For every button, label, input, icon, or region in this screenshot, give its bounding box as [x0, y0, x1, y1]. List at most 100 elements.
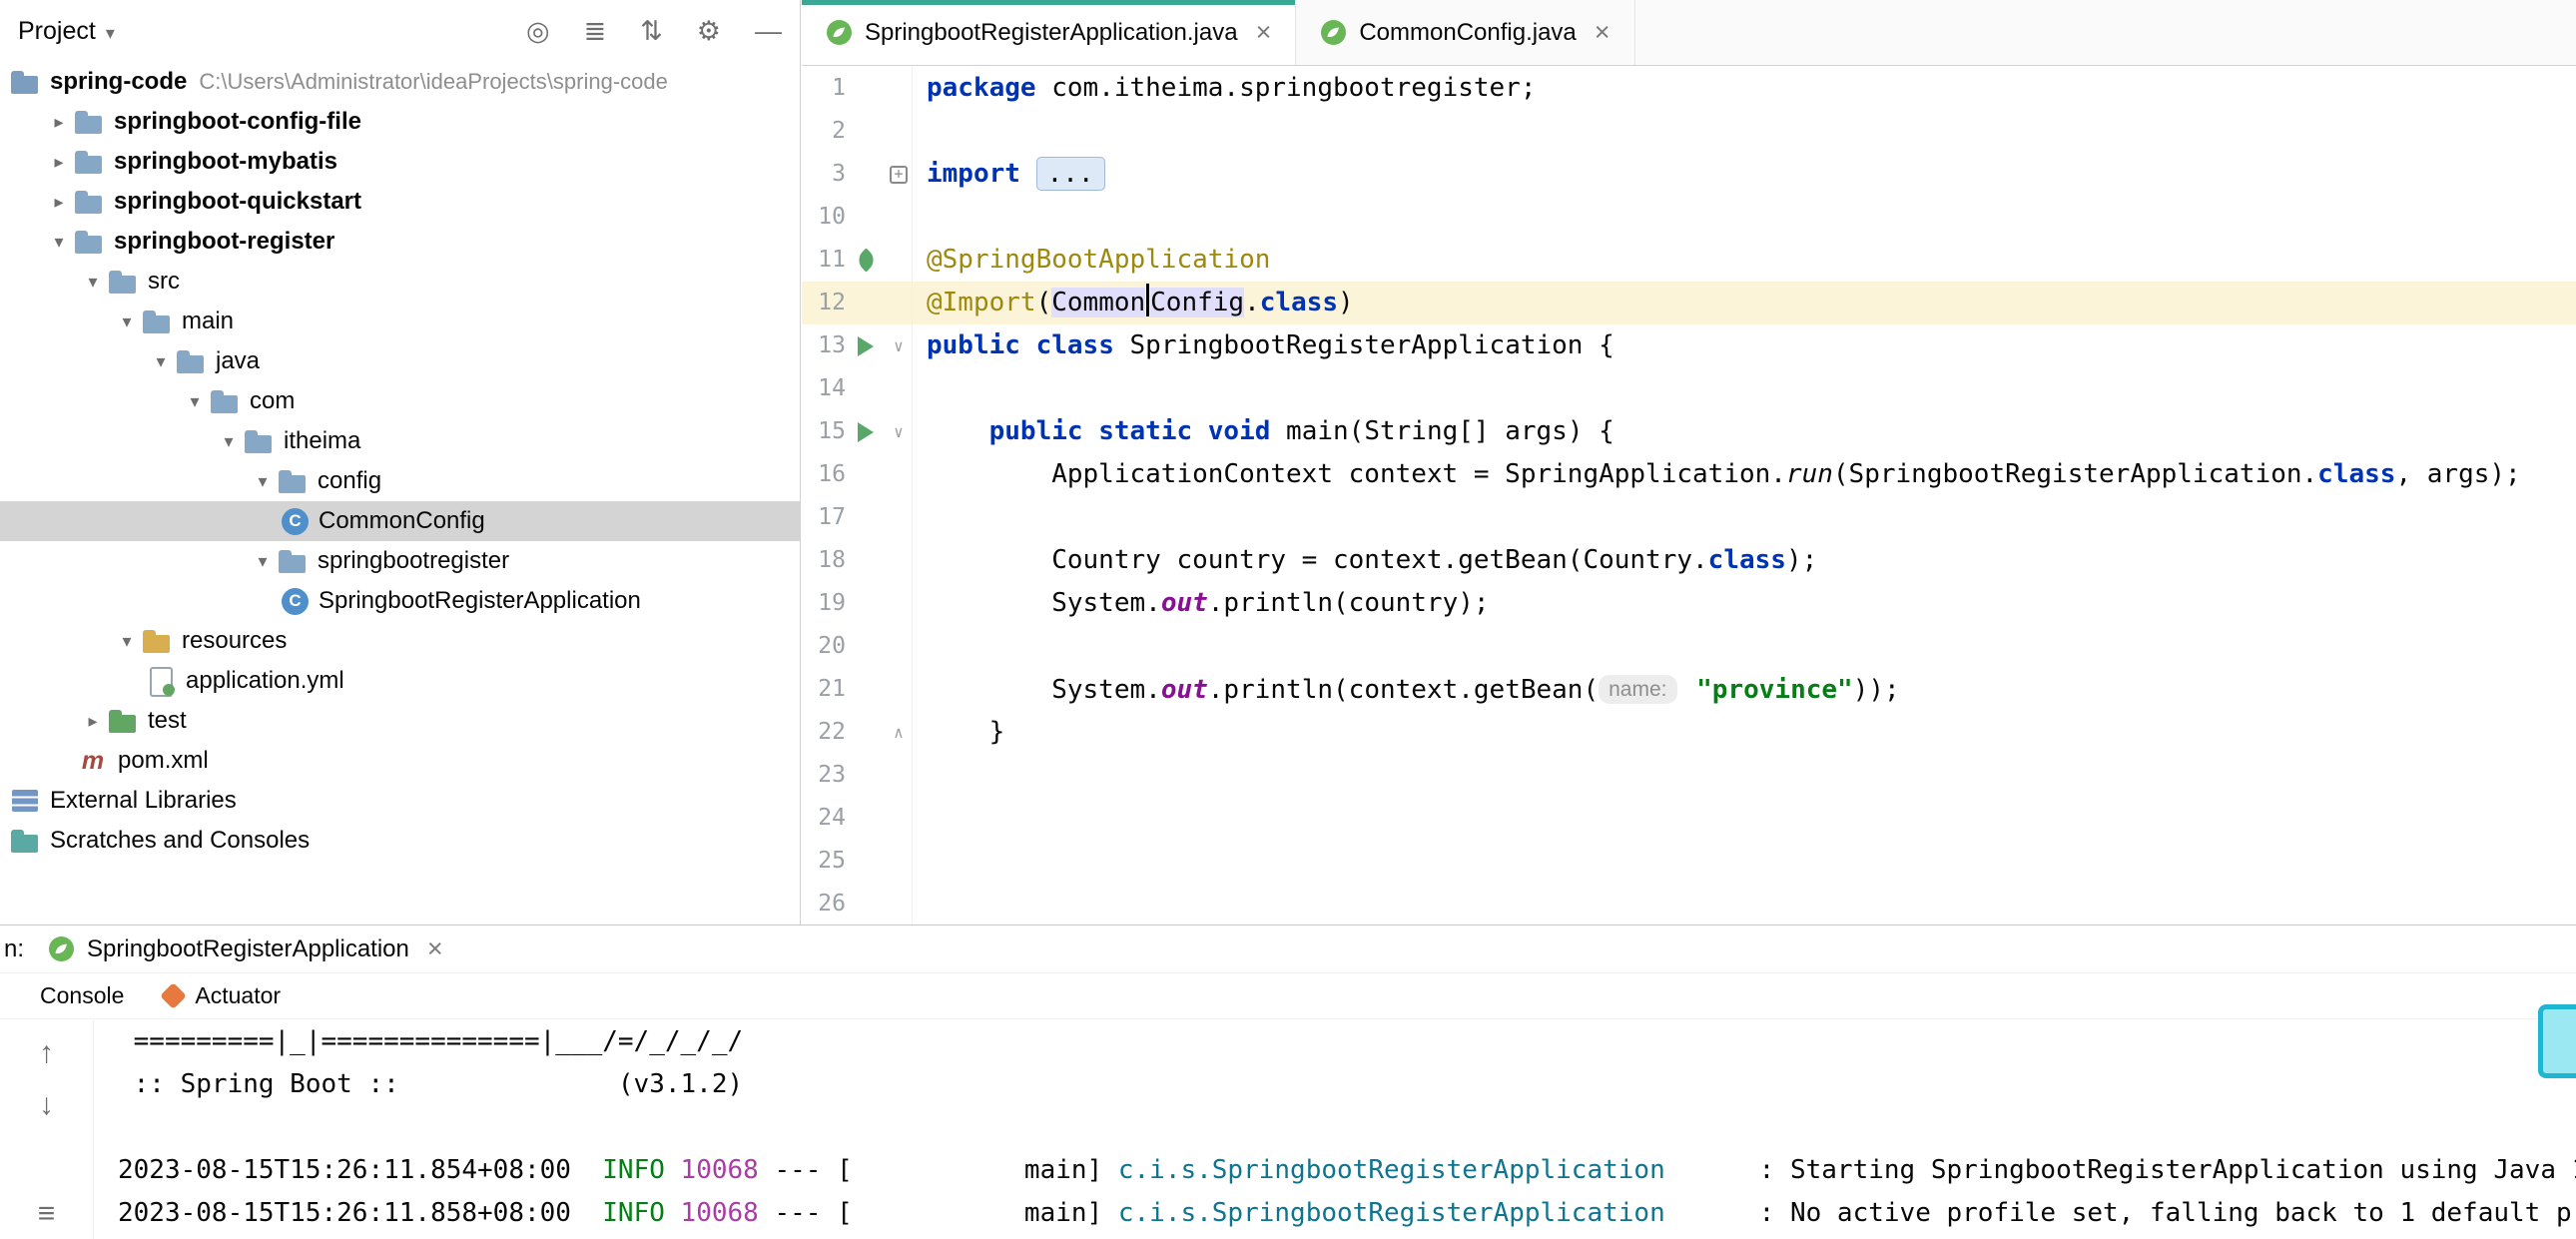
- code-line[interactable]: 18 Country country = context.getBean(Cou…: [802, 539, 2576, 582]
- tree-item-scratches-and-consoles[interactable]: Scratches and Consoles: [0, 821, 800, 861]
- code-line[interactable]: 21 System.out.println(context.getBean(na…: [802, 668, 2576, 711]
- tree-item-external-libraries[interactable]: External Libraries: [0, 781, 800, 821]
- tree-item-springboot-config-file[interactable]: ▸springboot-config-file: [0, 102, 800, 142]
- locate-icon[interactable]: ◎: [526, 18, 550, 45]
- code-line[interactable]: 10: [802, 196, 2576, 239]
- tab-label: SpringbootRegisterApplication.java: [865, 19, 1238, 47]
- tree-indent: [0, 641, 112, 642]
- code-line[interactable]: 26: [802, 883, 2576, 925]
- tree-item-application-yml[interactable]: application.yml: [0, 661, 800, 701]
- code-line[interactable]: 19 System.out.println(country);: [802, 582, 2576, 625]
- chevron-down-icon[interactable]: ▾: [78, 272, 108, 293]
- tree-item-springbootregister[interactable]: ▾springbootregister: [0, 541, 800, 581]
- tree-item-path: C:\Users\Administrator\ideaProjects\spri…: [199, 69, 668, 95]
- soft-wrap-icon[interactable]: ≡: [38, 1199, 56, 1229]
- tree-item-label: application.yml: [186, 667, 344, 695]
- run-icon[interactable]: [846, 324, 886, 367]
- tree-item-test[interactable]: ▸test: [0, 701, 800, 741]
- code-line[interactable]: 16 ApplicationContext context = SpringAp…: [802, 453, 2576, 496]
- tree-item-com[interactable]: ▾com: [0, 381, 800, 421]
- line-number: 25: [802, 840, 846, 883]
- up-icon[interactable]: ↑: [39, 1038, 54, 1068]
- line-number: 23: [802, 754, 846, 797]
- editor-tab-commonconfig-java[interactable]: CommonConfig.java×: [1296, 0, 1634, 65]
- tree-item-spring-code[interactable]: spring-codeC:\Users\Administrator\ideaPr…: [0, 62, 800, 102]
- down-icon[interactable]: ↓: [39, 1090, 54, 1120]
- line-number: 11: [802, 239, 846, 282]
- fold-spacer: [886, 196, 912, 239]
- tree-item-springboot-register[interactable]: ▾springboot-register: [0, 222, 800, 262]
- chevron-down-icon[interactable]: ▾: [248, 551, 278, 572]
- settings-icon[interactable]: ⚙: [697, 18, 721, 45]
- editor-code[interactable]: 1package com.itheima.springbootregister;…: [802, 67, 2576, 925]
- code-line[interactable]: 25: [802, 840, 2576, 883]
- collapse-all-icon[interactable]: ≣: [584, 18, 607, 45]
- line-number: 16: [802, 453, 846, 496]
- close-icon[interactable]: ×: [1595, 19, 1610, 46]
- code-line[interactable]: 17: [802, 496, 2576, 539]
- tree-item-src[interactable]: ▾src: [0, 262, 800, 302]
- project-dropdown[interactable]: Project ▾: [18, 17, 115, 46]
- fold-up-icon[interactable]: ∧: [886, 711, 912, 754]
- tree-item-config[interactable]: ▾config: [0, 461, 800, 501]
- tree-item-springbootregisterapplication[interactable]: CSpringbootRegisterApplication: [0, 581, 800, 621]
- code-line[interactable]: 22∧ }: [802, 711, 2576, 754]
- tree-item-commonconfig[interactable]: CCommonConfig: [0, 501, 800, 541]
- close-icon[interactable]: ×: [1256, 19, 1272, 46]
- code-line[interactable]: 15∨ public static void main(String[] arg…: [802, 410, 2576, 453]
- tree-item-label: CommonConfig: [319, 507, 485, 535]
- tree-item-resources[interactable]: ▾resources: [0, 621, 800, 661]
- tab-actuator[interactable]: Actuator: [144, 973, 301, 1018]
- chevron-right-icon[interactable]: ▸: [44, 192, 74, 213]
- sort-icon[interactable]: ⇅: [640, 18, 663, 45]
- tree-item-springboot-mybatis[interactable]: ▸springboot-mybatis: [0, 142, 800, 182]
- code-line[interactable]: 14: [802, 367, 2576, 410]
- chevron-down-icon[interactable]: ▾: [214, 431, 244, 452]
- chevron-down-icon[interactable]: ▾: [44, 232, 74, 253]
- editor-tab-springbootregisterapplication-java[interactable]: SpringbootRegisterApplication.java ×: [802, 0, 1296, 65]
- fold-down-icon[interactable]: ∨: [886, 324, 912, 367]
- scratches-icon: [10, 826, 40, 856]
- code-line[interactable]: 12@Import(CommonConfig.class): [802, 282, 2576, 324]
- fold-plus-icon[interactable]: +: [886, 153, 912, 196]
- tree-item-main[interactable]: ▾main: [0, 302, 800, 341]
- chevron-down-icon[interactable]: ▾: [146, 351, 176, 372]
- code-text: Country country = context.getBean(Countr…: [912, 539, 2576, 582]
- code-line[interactable]: 23: [802, 754, 2576, 797]
- code-line[interactable]: 1package com.itheima.springbootregister;: [802, 67, 2576, 110]
- code-line[interactable]: 13∨public class SpringbootRegisterApplic…: [802, 324, 2576, 367]
- folder-resources-icon: [142, 626, 172, 656]
- close-icon[interactable]: ×: [427, 935, 443, 962]
- code-text: public class SpringbootRegisterApplicati…: [912, 324, 2576, 367]
- code-line[interactable]: 20: [802, 625, 2576, 668]
- run-config-tab[interactable]: SpringbootRegisterApplication ×: [34, 926, 457, 972]
- spring-bean-icon[interactable]: [846, 239, 886, 282]
- console-output[interactable]: =========|_|==============|___/=/_/_/_/ …: [95, 1020, 2576, 1239]
- code-line[interactable]: 24: [802, 797, 2576, 840]
- chevron-down-icon[interactable]: ▾: [180, 391, 210, 412]
- chevron-down-icon[interactable]: ▾: [248, 471, 278, 492]
- console-toolbar: ↑ ↓ ≡: [0, 1020, 94, 1239]
- fold-down-icon[interactable]: ∨: [886, 410, 912, 453]
- tree-item-itheima[interactable]: ▾itheima: [0, 421, 800, 461]
- run-icon[interactable]: [846, 410, 886, 453]
- chevron-down-icon[interactable]: ▾: [112, 311, 142, 332]
- tree-item-springboot-quickstart[interactable]: ▸springboot-quickstart: [0, 182, 800, 222]
- tree-item-pom-xml[interactable]: mpom.xml: [0, 741, 800, 781]
- code-line[interactable]: 2: [802, 110, 2576, 153]
- chevron-right-icon[interactable]: ▸: [78, 711, 108, 732]
- chevron-down-icon[interactable]: ▾: [112, 631, 142, 652]
- console-line: 2023-08-15T15:26:12.417+08:00 INFO 10068…: [118, 1235, 2576, 1239]
- tree-item-java[interactable]: ▾java: [0, 341, 800, 381]
- line-number: 1: [802, 67, 846, 110]
- code-text: [912, 625, 2576, 668]
- chevron-right-icon[interactable]: ▸: [44, 152, 74, 173]
- hide-panel-icon[interactable]: —: [755, 18, 782, 45]
- folder-icon: [74, 147, 104, 177]
- code-line[interactable]: 3+import ...: [802, 153, 2576, 196]
- line-number: 3: [802, 153, 846, 196]
- chevron-right-icon[interactable]: ▸: [44, 112, 74, 133]
- gutter-spacer: [846, 797, 886, 840]
- tab-console[interactable]: Console: [20, 973, 144, 1018]
- code-line[interactable]: 11@SpringBootApplication: [802, 239, 2576, 282]
